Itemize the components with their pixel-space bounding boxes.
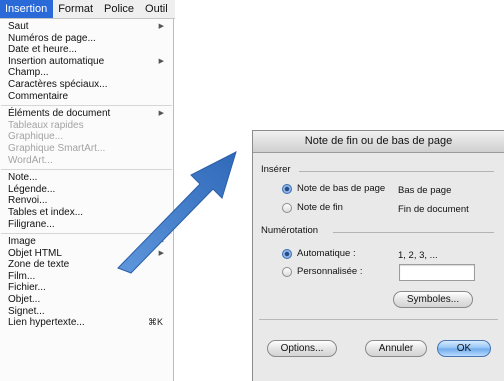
menu-item-label: Numéros de page... <box>8 32 96 44</box>
menu-item-label: Objet HTML <box>8 247 62 259</box>
menu-item[interactable]: Numéros de page... <box>0 33 173 45</box>
menu-item-shortcut: ⌘K <box>147 317 163 328</box>
endnote-location-value: Fin de document <box>398 204 469 215</box>
menu-item-label: Graphique... <box>8 131 64 143</box>
menu-item-label: Champ... <box>8 67 49 79</box>
insertion-menu: Saut ▶ Numéros de page... Date et heure... I… <box>0 19 174 381</box>
menubar: Insertion Format Police Outil <box>0 0 175 19</box>
menu-item[interactable]: Lien hypertexte... ⌘K <box>0 317 173 329</box>
menu-item[interactable]: Objet HTML ▶ <box>0 248 173 260</box>
menu-item[interactable]: Zone de texte <box>0 259 173 271</box>
radio-footnote-indicator[interactable] <box>282 183 292 194</box>
menu-item[interactable]: Objet... <box>0 294 173 306</box>
menu-item-label: Éléments de document <box>8 108 111 120</box>
radio-endnote-label: Note de fin <box>297 202 343 213</box>
menu-item[interactable]: Fichier... <box>0 282 173 294</box>
menu-item: Tableaux rapides <box>0 120 173 132</box>
radio-personnalisee-label: Personnalisée : <box>297 266 363 277</box>
menu-item[interactable]: Caractères spéciaux... <box>0 79 173 91</box>
menu-item-label: Film... <box>8 270 36 282</box>
radio-automatique-label: Automatique : <box>297 248 356 259</box>
menu-item: WordArt... <box>0 155 173 167</box>
menu-item-label: Date et heure... <box>8 44 77 56</box>
menu-item[interactable]: Signet... <box>0 306 173 318</box>
cancel-button[interactable]: Annuler <box>365 340 427 357</box>
submenu-arrow-icon: ▶ <box>158 249 164 257</box>
menu-item[interactable]: Renvoi... <box>0 195 173 207</box>
submenu-arrow-icon: ▶ <box>158 238 164 246</box>
menu-item-label: Graphique SmartArt... <box>8 142 106 154</box>
menu-item-label: Saut <box>8 21 29 32</box>
menu-item[interactable]: Légende... <box>0 184 173 196</box>
submenu-arrow-icon: ▶ <box>158 23 164 30</box>
insertion-menu-area: Insertion Format Police Outil Saut ▶ Numéros … <box>0 0 175 381</box>
menubar-item-insertion[interactable]: Insertion <box>0 0 54 18</box>
custom-mark-input[interactable] <box>399 264 475 281</box>
menubar-item-police[interactable]: Police <box>99 0 140 18</box>
radio-automatique[interactable]: Automatique : <box>282 248 356 259</box>
menu-item[interactable]: Note... <box>0 172 173 184</box>
submenu-arrow-icon: ▶ <box>158 57 164 65</box>
menu-item[interactable]: Filigrane... <box>0 219 173 231</box>
menu-item-label: Légende... <box>8 183 56 195</box>
menu-item: Graphique... <box>0 131 173 143</box>
menubar-item-format[interactable]: Format <box>53 0 99 18</box>
menu-item-label: Image <box>8 236 36 248</box>
ok-button[interactable]: OK <box>437 340 491 357</box>
footnote-dialog: Note de fin ou de bas de page Insérer No… <box>252 130 504 381</box>
menu-item-label: Tableaux rapides <box>8 119 84 131</box>
menu-item-label: Lien hypertexte... <box>8 317 85 329</box>
dialog-title: Note de fin ou de bas de page <box>253 131 504 153</box>
radio-automatique-indicator[interactable] <box>282 248 292 259</box>
menu-item[interactable]: Date et heure... <box>0 44 173 56</box>
menu-item[interactable]: Tables et index... <box>0 207 173 219</box>
radio-footnote-label: Note de bas de page <box>297 183 386 194</box>
menu-item[interactable]: Éléments de document ▶ <box>0 108 173 120</box>
menu-item-label: Caractères spéciaux... <box>8 78 108 90</box>
menu-item[interactable]: Champ... <box>0 67 173 79</box>
menu-item-label: Signet... <box>8 305 45 317</box>
menu-item-label: Renvoi... <box>8 195 48 207</box>
inserer-group-label: Insérer <box>261 164 291 175</box>
numerotation-group-label: Numérotation <box>261 225 319 236</box>
submenu-arrow-icon: ▶ <box>158 110 164 118</box>
radio-personnalisee-indicator[interactable] <box>282 266 292 277</box>
menu-item[interactable]: Image ▶ <box>0 236 173 248</box>
radio-endnote-indicator[interactable] <box>282 202 292 213</box>
menu-item[interactable]: Film... <box>0 271 173 283</box>
menu-item: Graphique SmartArt... <box>0 143 173 155</box>
automatique-format-value: 1, 2, 3, ... <box>398 250 438 261</box>
dialog-divider <box>259 319 498 320</box>
menubar-item-outil[interactable]: Outil <box>140 0 174 18</box>
menu-item-label: Insertion automatique <box>8 55 105 67</box>
radio-endnote[interactable]: Note de fin <box>282 202 343 213</box>
footnote-location-value: Bas de page <box>398 185 452 196</box>
menu-item-label: Zone de texte <box>8 259 70 271</box>
menu-item[interactable]: Insertion automatique ▶ <box>0 56 173 68</box>
menu-item[interactable]: Commentaire <box>0 91 173 103</box>
menu-item-label: Objet... <box>8 294 41 306</box>
inserer-group-line <box>299 171 494 172</box>
menu-item[interactable]: Saut ▶ <box>0 21 173 33</box>
menu-item-label: Filigrane... <box>8 218 55 230</box>
numerotation-group-line <box>333 232 494 233</box>
menu-item-label: Note... <box>8 172 38 184</box>
menu-item-label: Fichier... <box>8 282 46 294</box>
menu-item-label: WordArt... <box>8 154 53 166</box>
radio-personnalisee[interactable]: Personnalisée : <box>282 266 362 277</box>
menu-item-label: Tables et index... <box>8 206 84 218</box>
options-button[interactable]: Options... <box>267 340 337 357</box>
radio-footnote[interactable]: Note de bas de page <box>282 183 385 194</box>
symbols-button[interactable]: Symboles... <box>393 291 473 308</box>
menu-item-label: Commentaire <box>8 90 69 102</box>
